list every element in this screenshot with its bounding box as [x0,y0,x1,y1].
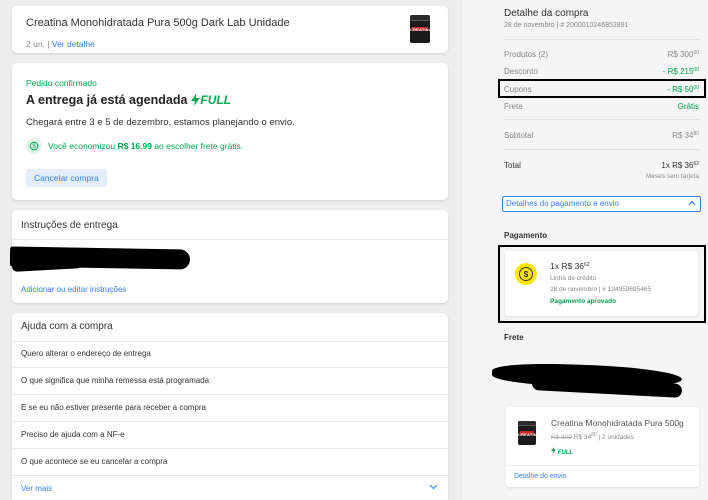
savings-text: Você economizou R$ 16.99 ao escolher fre… [48,141,244,151]
divider [12,367,448,368]
row-produtos: Produtos (2) R$ 30000 [504,50,699,59]
payment-title: Pagamento [504,231,548,240]
product-thumbnail: CREATINA [410,15,430,43]
product-card: Creatina Monohidratada Pura 500g Dark La… [12,6,448,53]
product-separator: | [47,39,50,49]
product-quantity: 2 un. [26,39,45,49]
divider [504,149,699,150]
summary-title: Detalhe da compra [504,8,589,19]
purchase-summary-panel: Detalhe da compra 28 de novembro | # 200… [462,0,708,500]
coin-icon: $ [515,263,537,285]
product-title: Creatina Monohidratada Pura 500g Dark La… [26,17,290,29]
price-separator: | [598,434,601,441]
divider [12,421,448,422]
savings-amount: R$ 16.99 [117,141,152,151]
meta-separator: | [556,22,559,29]
row-value: R$ 3480 [672,131,699,140]
payment-meta: 28 de novembro | # 134959695465 [550,286,651,293]
purchase-help-card: Ajuda com a compra Quero alterar o ender… [12,313,448,500]
lightning-icon [551,447,556,454]
full-badge: FULL [191,93,231,107]
chevron-up-icon [688,200,696,206]
payment-card: $ 1x R$ 3662 Linha de crédito 28 de nove… [505,251,698,316]
order-number: # 2000010246852891 [560,22,629,29]
row-desconto: Desconto - R$ 21500 [504,67,699,76]
row-value: R$ 30000 [667,50,699,59]
shipment-item-name: Creatina Monohidratada Pura 500g [551,418,684,428]
row-label: Desconto [504,67,538,76]
row-label: Subtotal [504,131,534,140]
total-value: 1x R$ 3662 [661,161,699,170]
edit-instructions-link[interactable]: Adicionar ou editar instruções [21,285,126,294]
help-item-cancel-consequence[interactable]: O que acontece se eu cancelar a compra [21,457,167,466]
purchase-date: 28 de novembro [504,22,555,29]
help-item-scheduled-shipment[interactable]: O que significa que minha remessa está p… [21,376,209,385]
current-price: R$ 3480 [573,432,597,441]
delivery-instructions-card: Instruções de entrega Adicionar ou edita… [9,210,448,303]
see-more-link[interactable]: Ver mais [21,484,52,493]
lightning-icon [191,94,201,106]
delivery-title-text: A entrega já está agendada [26,93,188,107]
row-subtotal: Subtotal R$ 3480 [504,131,699,140]
summary-meta: 28 de novembro | # 2000010246852891 [504,22,628,29]
full-badge: FULL [551,447,573,456]
divider [504,39,699,40]
help-item-nfe[interactable]: Preciso de ajuda com a NF-e [21,430,125,439]
product-detail-link[interactable]: Ver detalhe [52,39,95,49]
payment-ref: # 134959695465 [602,286,652,293]
savings-icon: $ [26,138,42,154]
divider [12,475,448,476]
old-price: R$ 300 [551,434,572,441]
shipment-card: CREATINA Creatina Monohidratada Pura 500… [506,407,699,487]
payment-shipping-details-toggle[interactable]: Detalhes do pagamento e envio [502,196,701,212]
full-label: FULL [557,450,573,456]
details-toggle-label: Detalhes do pagamento e envio [506,199,619,208]
payment-amount: 1x R$ 3662 [550,261,590,271]
divider [506,465,699,466]
cancel-purchase-button[interactable]: Cancelar compra [26,169,107,187]
shipment-item-price: R$ 300 R$ 3480 | 2 unidades [551,432,634,441]
divider [12,239,448,240]
divider [12,448,448,449]
row-value: - R$ 21500 [662,67,699,76]
help-item-change-address[interactable]: Quero alterar o endereço de entrega [21,349,151,358]
order-confirmed-label: Pedido confirmado [26,78,97,88]
savings-note: $ Você economizou R$ 16.99 ao escolher f… [26,138,243,154]
row-label: Frete [504,102,523,111]
divider [12,341,448,342]
units: 2 unidades [602,434,634,441]
product-thumbnail: CREATINA [518,421,536,445]
order-main-column: Creatina Monohidratada Pura 500g Dark La… [0,0,462,500]
delivery-scheduled-title: A entrega já está agendada FULL [26,93,231,107]
help-item-not-present[interactable]: E se eu não estiver presente para recebe… [21,403,206,412]
full-label: FULL [200,93,232,107]
row-frete: Frete Grátis [504,102,699,111]
delivery-window-text: Chegará entre 3 e 5 de dezembro, estamos… [26,117,295,128]
divider [504,119,699,120]
total-note: Meses sem tarjeta [645,173,699,180]
order-status-card: Pedido confirmado A entrega já está agen… [12,63,448,200]
instructions-title: Instruções de entrega [21,220,118,231]
row-value: Grátis [677,102,699,111]
payment-separator: | [598,286,601,293]
shipping-title: Frete [504,333,524,342]
payment-date: 28 de novembro [550,286,597,293]
highlight-box [498,79,706,98]
divider [12,394,448,395]
chevron-down-icon[interactable] [429,484,438,490]
payment-status: Pagamento aprovado [550,298,617,305]
highlight-box: $ 1x R$ 3662 Linha de crédito 28 de nove… [498,245,706,323]
shipment-detail-link[interactable]: Detalhe do envio [514,473,567,480]
row-label: Produtos (2) [504,50,549,59]
payment-method: Linha de crédito [550,275,597,282]
product-meta: 2 un. | Ver detalhe [26,39,95,49]
help-title: Ajuda com a compra [21,321,113,332]
